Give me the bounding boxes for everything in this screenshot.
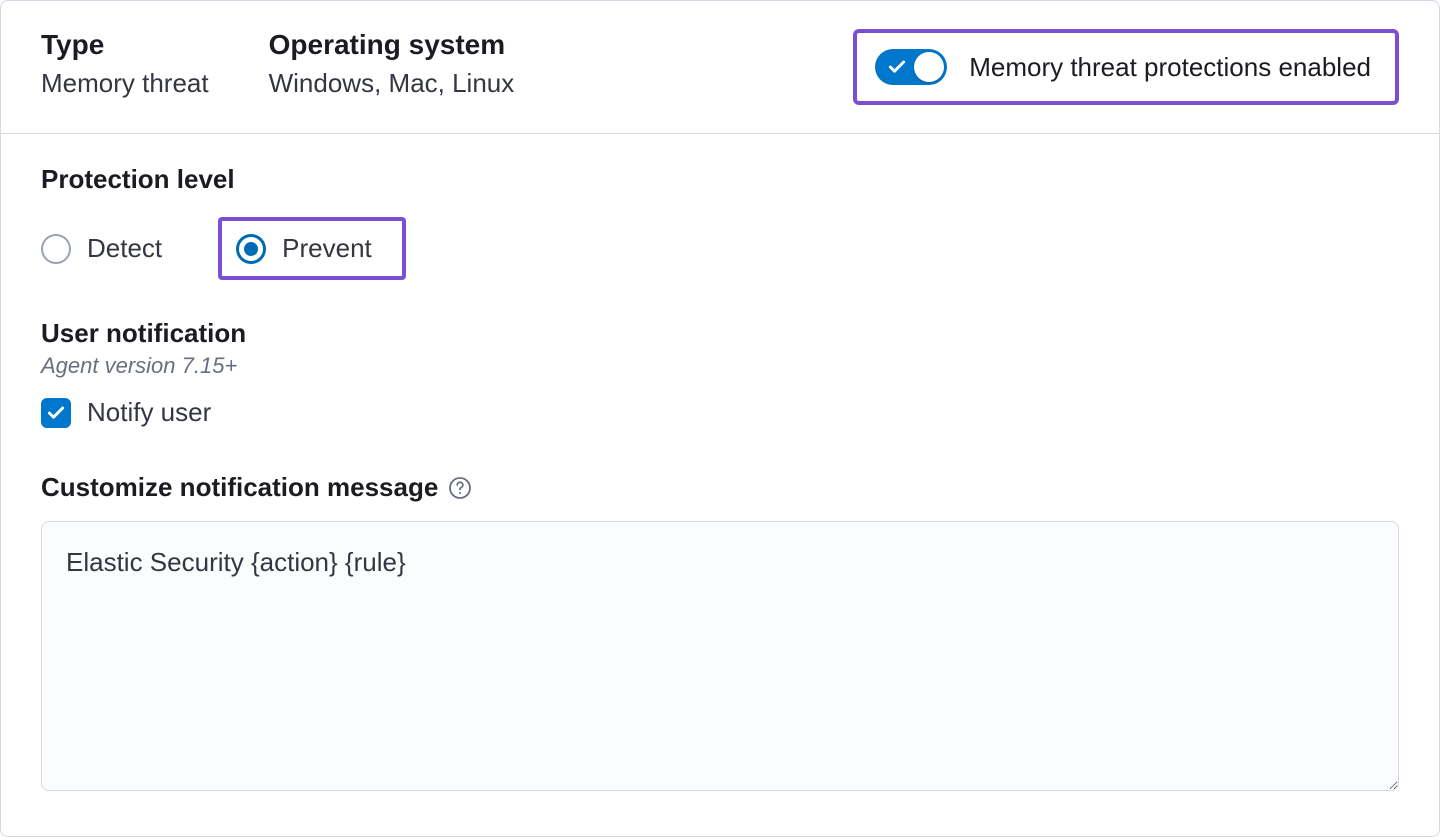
customize-message-header: Customize notification message [41,472,1399,503]
type-label: Type [41,29,209,61]
user-notification-title: User notification [41,318,1399,349]
protections-toggle[interactable] [875,49,947,85]
type-group: Type Memory threat [41,29,209,101]
notify-user-checkbox-control [41,398,71,428]
question-circle-icon[interactable] [448,476,472,500]
os-group: Operating system Windows, Mac, Linux [269,29,515,101]
os-label: Operating system [269,29,515,61]
toggle-knob [914,52,944,82]
os-value: Windows, Mac, Linux [269,67,515,101]
customize-message-title: Customize notification message [41,472,438,503]
radio-prevent[interactable]: Prevent [236,233,372,264]
type-value: Memory threat [41,67,209,101]
radio-detect[interactable]: Detect [41,233,162,264]
protection-level-options: Detect Prevent [41,217,1399,280]
protections-toggle-label: Memory threat protections enabled [969,52,1371,83]
panel-header: Type Memory threat Operating system Wind… [1,1,1439,134]
notification-message-input[interactable] [41,521,1399,791]
radio-detect-label: Detect [87,233,162,264]
panel-body: Protection level Detect Prevent User not… [1,134,1439,836]
check-icon [46,403,66,423]
radio-prevent-control [236,234,266,264]
memory-threat-panel: Type Memory threat Operating system Wind… [0,0,1440,837]
radio-prevent-label: Prevent [282,233,372,264]
radio-prevent-highlight: Prevent [218,217,406,280]
check-icon [887,57,907,77]
protection-level-title: Protection level [41,164,1399,195]
radio-detect-control [41,234,71,264]
user-notification-subtitle: Agent version 7.15+ [41,353,1399,379]
notify-user-label: Notify user [87,397,211,428]
protections-toggle-highlight: Memory threat protections enabled [853,29,1399,105]
notify-user-checkbox[interactable]: Notify user [41,397,211,428]
